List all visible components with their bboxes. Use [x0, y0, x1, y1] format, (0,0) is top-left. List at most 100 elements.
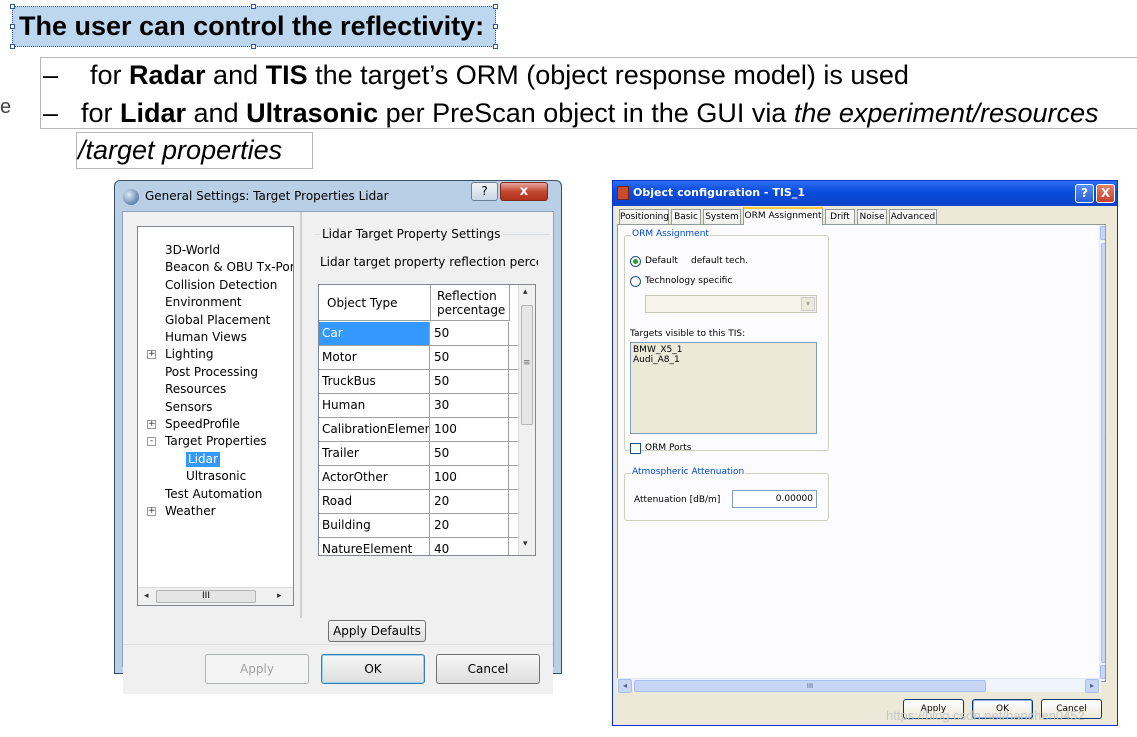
grid-header-object-type[interactable]: Object Type	[319, 285, 431, 321]
resize-handle-top-left[interactable]	[10, 4, 15, 9]
tree-item-environment[interactable]: Environment	[165, 295, 242, 310]
resize-handle-bottom-middle[interactable]	[251, 44, 256, 49]
table-row[interactable]: Human 30	[319, 394, 520, 418]
horizontal-scrollbar[interactable]: ◂ III ▸	[617, 678, 1101, 693]
object-type-cell[interactable]: Motor	[319, 346, 430, 369]
table-row[interactable]: NatureElement 40	[319, 538, 520, 555]
object-type-cell[interactable]: ActorOther	[319, 466, 430, 489]
tree-horizontal-scrollbar[interactable]: ◂ III ▸	[138, 587, 293, 605]
object-type-cell[interactable]: Building	[319, 514, 430, 537]
attenuation-input[interactable]: 0.00000	[732, 490, 817, 508]
slide-title[interactable]: The user can control the reflectivity:	[12, 6, 496, 47]
close-button[interactable]: x	[500, 182, 548, 201]
tree-expand-toggle-icon[interactable]: +	[147, 350, 156, 360]
cancel-button[interactable]: Cancel	[436, 654, 540, 684]
table-row[interactable]: CalibrationElement 100	[319, 418, 520, 442]
tree-item-ultrasonic[interactable]: Ultrasonic	[186, 469, 246, 484]
resize-handle-top-right[interactable]	[493, 4, 498, 9]
reflection-value-cell[interactable]: 40	[431, 538, 509, 555]
table-row[interactable]: ActorOther 100	[319, 466, 520, 490]
ok-button[interactable]: OK	[321, 654, 425, 684]
tree-item-weather[interactable]: Weather	[165, 504, 216, 519]
tree-item-lidar[interactable]: Lidar	[186, 451, 220, 467]
table-row[interactable]: Car 50	[319, 322, 520, 346]
scroll-thumb[interactable]: III	[634, 680, 986, 692]
list-item[interactable]: BMW_X5_1	[633, 345, 682, 355]
tree-item-speedprofile[interactable]: SpeedProfile	[165, 417, 240, 432]
reflection-value-cell[interactable]: 50	[431, 322, 509, 345]
reflection-grid[interactable]: Object Type Reflection percentage Car 50 M…	[318, 284, 536, 556]
reflection-value-cell[interactable]: 50	[431, 370, 509, 393]
reflection-value-cell[interactable]: 50	[431, 442, 509, 465]
resize-handle-bottom-right[interactable]	[493, 44, 498, 49]
table-row[interactable]: TruckBus 50	[319, 370, 520, 394]
tab-system[interactable]: System	[703, 209, 741, 224]
scroll-down-arrow-icon[interactable]: ▾	[1100, 665, 1105, 679]
object-type-cell[interactable]: Trailer	[319, 442, 430, 465]
table-row[interactable]: Building 20	[319, 514, 520, 538]
resize-handle-middle-left[interactable]	[10, 24, 15, 29]
tree-item-lighting[interactable]: Lighting	[165, 347, 214, 362]
tab-advanced[interactable]: Advanced	[889, 209, 937, 224]
tab-positioning[interactable]: Positioning	[619, 209, 669, 224]
reflection-value-cell[interactable]: 100	[431, 466, 509, 489]
dialog-titlebar[interactable]: General Settings: Target Properties Lida…	[115, 181, 561, 211]
radio-technology-specific[interactable]	[630, 276, 641, 287]
tree-expand-toggle-icon[interactable]: +	[147, 420, 156, 429]
scroll-thumb[interactable]: ≡	[1101, 243, 1105, 663]
chevron-down-icon[interactable]: ▾	[801, 297, 815, 311]
scroll-right-arrow-icon[interactable]: ▸	[277, 591, 282, 601]
reflection-value-cell[interactable]: 20	[431, 514, 509, 537]
object-type-cell[interactable]: Human	[319, 394, 430, 417]
table-row[interactable]: Motor 50	[319, 346, 520, 370]
reflection-value-cell[interactable]: 50	[431, 346, 509, 369]
scroll-thumb[interactable]: ≡	[521, 305, 533, 425]
scroll-up-arrow-icon[interactable]: ▴	[523, 287, 528, 297]
tree-item-global-placement[interactable]: Global Placement	[165, 313, 270, 328]
list-item[interactable]: Audi_A8_1	[633, 355, 680, 365]
radio-default[interactable]	[630, 256, 641, 267]
table-row[interactable]: Road 20	[319, 490, 520, 514]
tree-expand-toggle-icon[interactable]: -	[147, 437, 156, 447]
tree-item-3d-world[interactable]: 3D-World	[165, 243, 220, 258]
object-type-cell[interactable]: NatureElement	[319, 538, 430, 555]
grid-header-reflection[interactable]: Reflection percentage	[431, 285, 510, 321]
dialog-titlebar[interactable]: Object configuration - TIS_1 ? X	[613, 181, 1117, 206]
resize-handle-bottom-left[interactable]	[10, 44, 15, 49]
object-type-cell[interactable]: TruckBus	[319, 370, 430, 393]
object-type-cell[interactable]: Road	[319, 490, 430, 513]
vertical-scrollbar[interactable]: ▴ ≡ ▾	[1099, 225, 1105, 681]
tab-orm-assignment[interactable]: ORM Assignment	[743, 207, 823, 225]
apply-defaults-button[interactable]: Apply Defaults	[328, 620, 426, 642]
tree-item-sensors[interactable]: Sensors	[165, 400, 212, 415]
scroll-thumb[interactable]: III	[156, 590, 256, 603]
reflection-value-cell[interactable]: 100	[431, 418, 509, 441]
tree-item-beacon-obu-tx-port[interactable]: Beacon & OBU Tx-Port	[165, 260, 293, 275]
orm-ports-checkbox[interactable]	[630, 443, 641, 454]
tree-item-post-processing[interactable]: Post Processing	[165, 365, 258, 380]
targets-list[interactable]: BMW_X5_1 Audi_A8_1	[630, 342, 817, 434]
object-type-cell[interactable]: CalibrationElement	[319, 418, 430, 441]
help-button[interactable]: ?	[1075, 184, 1094, 203]
tree-item-target-properties[interactable]: Target Properties	[165, 434, 267, 449]
bullet-continuation-box[interactable]: /target properties	[76, 132, 313, 169]
tree-item-test-automation[interactable]: Test Automation	[165, 487, 262, 502]
scroll-up-arrow-icon[interactable]: ▴	[1100, 226, 1105, 240]
scroll-left-arrow-icon[interactable]: ◂	[618, 679, 632, 693]
help-button[interactable]: ?	[471, 182, 498, 201]
resize-handle-top-middle[interactable]	[251, 4, 256, 9]
tab-basic[interactable]: Basic	[671, 209, 701, 224]
tree-item-resources[interactable]: Resources	[165, 382, 226, 397]
tree-item-human-views[interactable]: Human Views	[165, 330, 247, 345]
table-row[interactable]: Trailer 50	[319, 442, 520, 466]
close-button[interactable]: X	[1096, 184, 1115, 203]
grid-vertical-scrollbar[interactable]: ▴ ≡ ▾	[518, 285, 535, 555]
scroll-right-arrow-icon[interactable]: ▸	[1085, 679, 1099, 693]
reflection-value-cell[interactable]: 30	[431, 394, 509, 417]
technology-combo[interactable]: ▾	[645, 295, 817, 313]
scroll-left-arrow-icon[interactable]: ◂	[144, 591, 149, 601]
resize-handle-middle-right[interactable]	[493, 24, 498, 29]
scroll-down-arrow-icon[interactable]: ▾	[523, 539, 528, 549]
settings-tree[interactable]: 3D-World Beacon & OBU Tx-Port Collision De…	[137, 226, 294, 606]
tab-drift[interactable]: Drift	[825, 209, 855, 224]
